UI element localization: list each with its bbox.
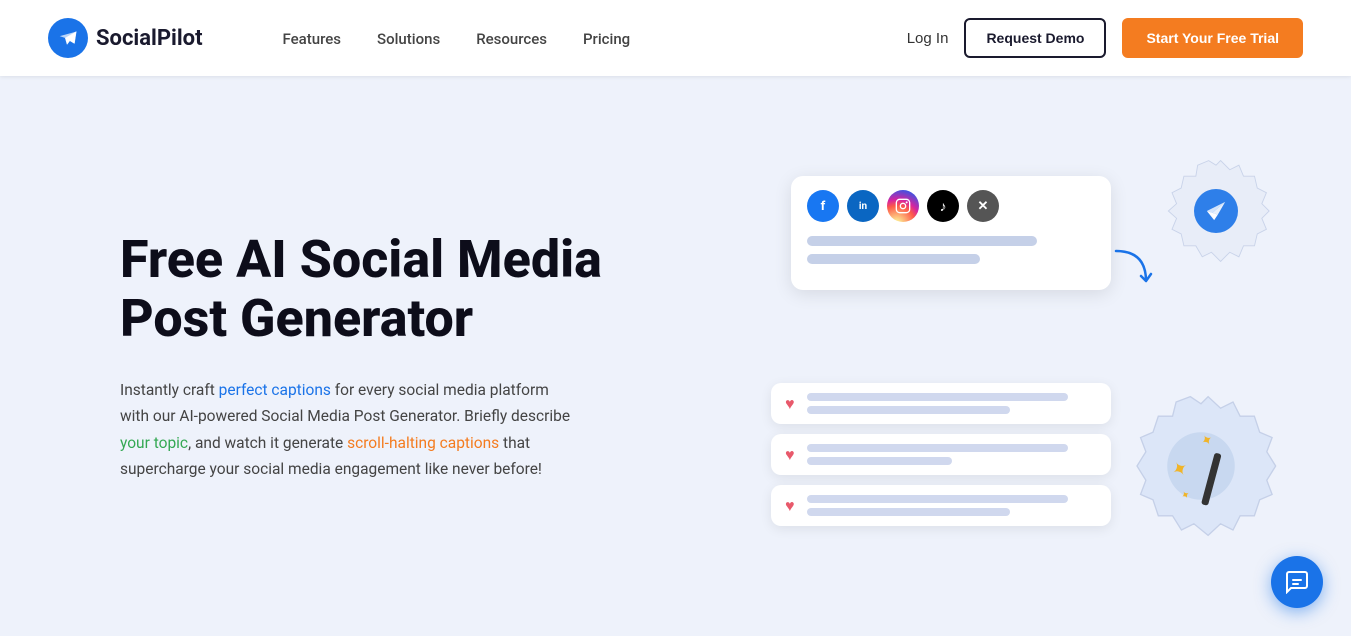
mini-card-2: ♥ bbox=[771, 434, 1111, 475]
instagram-icon bbox=[887, 190, 919, 222]
nav-item-solutions[interactable]: Solutions bbox=[377, 29, 440, 48]
hero-description: Instantly craft perfect captions for eve… bbox=[120, 377, 580, 482]
desc-highlight-scroll: scroll-halting captions bbox=[347, 434, 499, 452]
nav-item-features[interactable]: Features bbox=[283, 29, 341, 48]
social-cards-bottom: ♥ ♥ ♥ bbox=[771, 383, 1111, 536]
mini-card-1: ♥ bbox=[771, 383, 1111, 424]
desc-highlight-captions: perfect captions bbox=[219, 381, 331, 399]
desc-highlight-topic: your topic bbox=[120, 434, 188, 452]
nav-link-pricing[interactable]: Pricing bbox=[583, 30, 630, 48]
gear-bottom: ✦ ✦ ✦ bbox=[1121, 386, 1281, 546]
mini-lines-3 bbox=[807, 495, 1098, 516]
nav-link-resources[interactable]: Resources bbox=[476, 30, 547, 48]
login-button[interactable]: Log In bbox=[907, 30, 949, 47]
mini-line-3b bbox=[807, 508, 1010, 516]
logo-icon bbox=[48, 18, 88, 58]
mini-lines-2 bbox=[807, 444, 1098, 465]
heart-icon-1: ♥ bbox=[785, 394, 795, 414]
chat-button[interactable] bbox=[1271, 556, 1323, 608]
nav-item-pricing[interactable]: Pricing bbox=[583, 29, 630, 48]
mini-lines-1 bbox=[807, 393, 1098, 414]
tiktok-icon: ♪ bbox=[927, 190, 959, 222]
desc-text-mid2: , and watch it generate bbox=[188, 434, 347, 452]
arrow-connector bbox=[1106, 241, 1156, 301]
navbar: SocialPilot Features Solutions Resources… bbox=[0, 0, 1351, 76]
logo-svg bbox=[57, 27, 79, 49]
logo-link[interactable]: SocialPilot bbox=[48, 18, 203, 58]
brand-name: SocialPilot bbox=[96, 26, 203, 51]
facebook-icon: f bbox=[807, 190, 839, 222]
navbar-actions: Log In Request Demo Start Your Free Tria… bbox=[907, 18, 1303, 58]
card-line-1 bbox=[807, 236, 1037, 246]
heart-icon-2: ♥ bbox=[785, 445, 795, 465]
hero-illustration: f in ♪ ✕ bbox=[771, 146, 1291, 566]
desc-text-before: Instantly craft bbox=[120, 381, 219, 399]
mini-line-3a bbox=[807, 495, 1068, 503]
twitter-icon: ✕ bbox=[967, 190, 999, 222]
nav-item-resources[interactable]: Resources bbox=[476, 29, 547, 48]
hero-title: Free AI Social Media Post Generator bbox=[120, 230, 620, 350]
mini-line-2a bbox=[807, 444, 1068, 452]
hero-content: Free AI Social Media Post Generator Inst… bbox=[120, 230, 620, 483]
nav-link-solutions[interactable]: Solutions bbox=[377, 30, 440, 48]
heart-icon-3: ♥ bbox=[785, 496, 795, 516]
mini-line-1a bbox=[807, 393, 1068, 401]
card-line-2 bbox=[807, 254, 980, 264]
mini-line-2b bbox=[807, 457, 952, 465]
mini-card-3: ♥ bbox=[771, 485, 1111, 526]
social-card-top: f in ♪ ✕ bbox=[791, 176, 1111, 290]
mini-line-1b bbox=[807, 406, 1010, 414]
start-trial-button[interactable]: Start Your Free Trial bbox=[1122, 18, 1303, 58]
chat-icon bbox=[1285, 570, 1309, 594]
nav-link-features[interactable]: Features bbox=[283, 30, 341, 48]
social-icons-row: f in ♪ ✕ bbox=[807, 190, 1095, 222]
hero-section: Free AI Social Media Post Generator Inst… bbox=[0, 76, 1351, 636]
linkedin-icon: in bbox=[847, 190, 879, 222]
request-demo-button[interactable]: Request Demo bbox=[964, 18, 1106, 58]
nav-menu: Features Solutions Resources Pricing bbox=[283, 29, 631, 48]
gear-top bbox=[1161, 156, 1271, 266]
